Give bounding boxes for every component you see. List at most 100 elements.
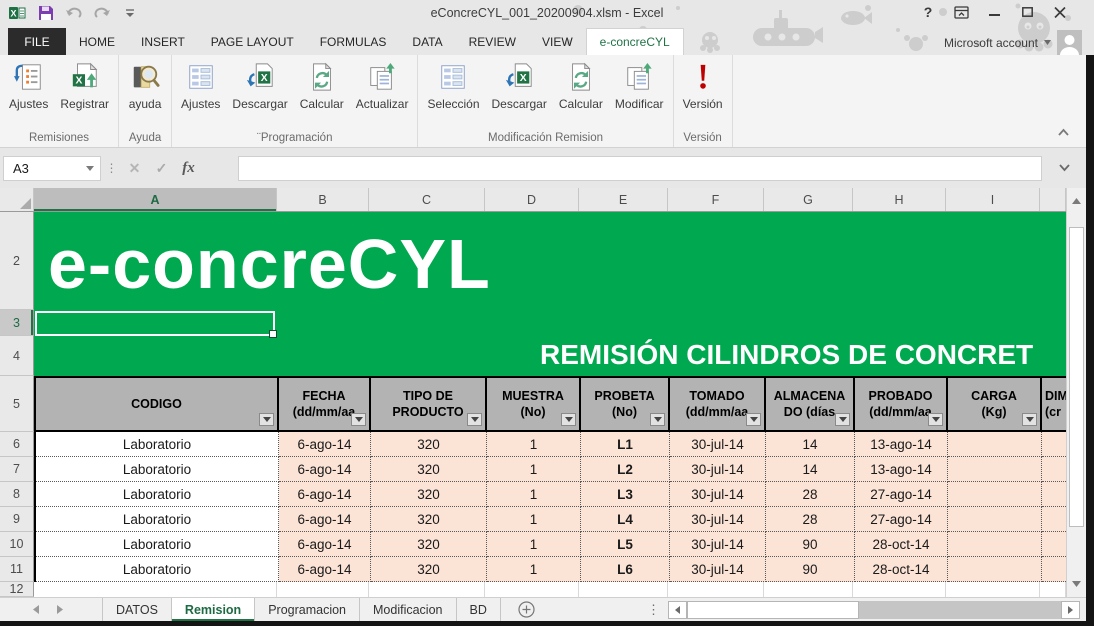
ribbon-tab-home[interactable]: HOME bbox=[66, 28, 128, 55]
row-header-3[interactable]: 3 bbox=[0, 310, 34, 336]
cell-C10[interactable]: 320 bbox=[371, 532, 487, 557]
ribbon-button-descargar[interactable]: Descargar bbox=[486, 57, 553, 111]
filter-dropdown-icon[interactable] bbox=[467, 413, 482, 426]
column-header-h[interactable]: H bbox=[853, 188, 946, 211]
ribbon-button-versi-n[interactable]: Versión bbox=[677, 57, 729, 111]
cell-E7[interactable]: L2 bbox=[581, 457, 670, 482]
cell-H9[interactable]: 27-ago-14 bbox=[855, 507, 948, 532]
cell-B12[interactable] bbox=[277, 582, 369, 597]
ribbon-tab-data[interactable]: DATA bbox=[399, 28, 455, 55]
cell-J7[interactable] bbox=[1042, 457, 1066, 482]
cell-I11[interactable] bbox=[948, 557, 1042, 582]
cell-E6[interactable]: L1 bbox=[581, 432, 670, 457]
horizontal-scrollbar[interactable] bbox=[668, 601, 1080, 618]
row-header-2[interactable]: 2 bbox=[0, 212, 34, 310]
cell-B11[interactable]: 6-ago-14 bbox=[279, 557, 371, 582]
sheet-tab-modificacion[interactable]: Modificacion bbox=[360, 598, 456, 621]
cell-G8[interactable]: 28 bbox=[766, 482, 855, 507]
table-header-muestra[interactable]: MUESTRA(No) bbox=[487, 378, 581, 430]
formula-input[interactable] bbox=[238, 156, 1042, 181]
cell-B8[interactable]: 6-ago-14 bbox=[279, 482, 371, 507]
ribbon-button-ajustes[interactable]: Ajustes bbox=[175, 57, 226, 111]
ribbon-button-registrar[interactable]: Registrar bbox=[54, 57, 115, 111]
cell-H7[interactable]: 13-ago-14 bbox=[855, 457, 948, 482]
cell-B7[interactable]: 6-ago-14 bbox=[279, 457, 371, 482]
filter-dropdown-icon[interactable] bbox=[928, 413, 943, 426]
cell-I9[interactable] bbox=[948, 507, 1042, 532]
ribbon-tab-formulas[interactable]: FORMULAS bbox=[307, 28, 400, 55]
selected-cell-a3[interactable] bbox=[35, 311, 275, 336]
cell-A10[interactable]: Laboratorio bbox=[36, 532, 279, 557]
avatar[interactable] bbox=[1057, 30, 1082, 55]
cell-A11[interactable]: Laboratorio bbox=[36, 557, 279, 582]
cell-D12[interactable] bbox=[485, 582, 579, 597]
filter-dropdown-icon[interactable] bbox=[746, 413, 761, 426]
cell-B6[interactable]: 6-ago-14 bbox=[279, 432, 371, 457]
cell-A12[interactable] bbox=[34, 582, 277, 597]
ribbon-button-calcular[interactable]: Calcular bbox=[294, 57, 350, 111]
table-header-tomado[interactable]: TOMADO(dd/mm/aa bbox=[670, 378, 766, 430]
ribbon-tab-view[interactable]: VIEW bbox=[529, 28, 586, 55]
table-header-fecha[interactable]: FECHA(dd/mm/aa bbox=[279, 378, 371, 430]
cell-G6[interactable]: 14 bbox=[766, 432, 855, 457]
account-dropdown-icon[interactable] bbox=[1044, 40, 1051, 45]
formula-bar-handle[interactable]: ⋮ bbox=[101, 160, 121, 176]
filter-dropdown-icon[interactable] bbox=[650, 413, 665, 426]
cell-I6[interactable] bbox=[948, 432, 1042, 457]
table-header-dim[interactable]: DIM(cr bbox=[1042, 378, 1066, 430]
sheet-tab-programacion[interactable]: Programacion bbox=[255, 598, 360, 621]
column-header-e[interactable]: E bbox=[579, 188, 668, 211]
cell-H6[interactable]: 13-ago-14 bbox=[855, 432, 948, 457]
cell-C8[interactable]: 320 bbox=[371, 482, 487, 507]
insert-function-icon[interactable]: fx bbox=[175, 156, 202, 181]
table-header-probeta[interactable]: PROBETA(No) bbox=[581, 378, 670, 430]
column-header-f[interactable]: F bbox=[668, 188, 764, 211]
file-tab[interactable]: FILE bbox=[8, 28, 66, 55]
filter-dropdown-icon[interactable] bbox=[561, 413, 576, 426]
cell-C12[interactable] bbox=[369, 582, 485, 597]
scroll-down-icon[interactable] bbox=[1067, 573, 1086, 595]
sheetbar-resize-handle[interactable]: ⋮ bbox=[647, 598, 660, 621]
cell-I7[interactable] bbox=[948, 457, 1042, 482]
cell-E8[interactable]: L3 bbox=[581, 482, 670, 507]
name-box-dropdown-icon[interactable] bbox=[86, 166, 94, 171]
filter-dropdown-icon[interactable] bbox=[1022, 413, 1037, 426]
cell-J9[interactable] bbox=[1042, 507, 1066, 532]
cell-D6[interactable]: 1 bbox=[487, 432, 581, 457]
sheet-tab-bd[interactable]: BD bbox=[457, 598, 501, 621]
cell-I12[interactable] bbox=[946, 582, 1040, 597]
column-header-d[interactable]: D bbox=[485, 188, 579, 211]
expand-formula-bar-icon[interactable] bbox=[1042, 164, 1086, 172]
select-all-corner[interactable] bbox=[0, 188, 34, 211]
collapse-ribbon-icon[interactable] bbox=[1057, 123, 1070, 141]
cell-F11[interactable]: 30-jul-14 bbox=[670, 557, 766, 582]
cell-J11[interactable] bbox=[1042, 557, 1066, 582]
cell-H8[interactable]: 27-ago-14 bbox=[855, 482, 948, 507]
sheet-tab-remision[interactable]: Remision bbox=[172, 598, 255, 621]
cell-E9[interactable]: L4 bbox=[581, 507, 670, 532]
column-header-partial[interactable] bbox=[1040, 188, 1066, 211]
row-header-6[interactable]: 6 bbox=[0, 432, 34, 457]
cancel-icon[interactable]: ✕ bbox=[121, 156, 148, 181]
column-header-b[interactable]: B bbox=[277, 188, 369, 211]
cell-F6[interactable]: 30-jul-14 bbox=[670, 432, 766, 457]
column-header-a[interactable]: A bbox=[34, 188, 277, 211]
table-header-tipo-de[interactable]: TIPO DEPRODUCTO bbox=[371, 378, 487, 430]
sheet-nav-right-icon[interactable] bbox=[48, 598, 72, 621]
cell-G12[interactable] bbox=[764, 582, 853, 597]
row-header-5[interactable]: 5 bbox=[0, 376, 34, 432]
filter-dropdown-icon[interactable] bbox=[835, 413, 850, 426]
table-header-codigo[interactable]: CODIGO bbox=[36, 378, 279, 430]
cell-E12[interactable] bbox=[579, 582, 668, 597]
row-header-9[interactable]: 9 bbox=[0, 507, 34, 532]
cell-E10[interactable]: L5 bbox=[581, 532, 670, 557]
cell-I8[interactable] bbox=[948, 482, 1042, 507]
row-header-11[interactable]: 11 bbox=[0, 557, 34, 582]
column-header-i[interactable]: I bbox=[946, 188, 1040, 211]
ribbon-button-calcular[interactable]: Calcular bbox=[553, 57, 609, 111]
cell-G9[interactable]: 28 bbox=[766, 507, 855, 532]
cell-D9[interactable]: 1 bbox=[487, 507, 581, 532]
ribbon-button-modificar[interactable]: Modificar bbox=[609, 57, 670, 111]
cell-B10[interactable]: 6-ago-14 bbox=[279, 532, 371, 557]
maximize-icon[interactable] bbox=[1019, 4, 1035, 20]
